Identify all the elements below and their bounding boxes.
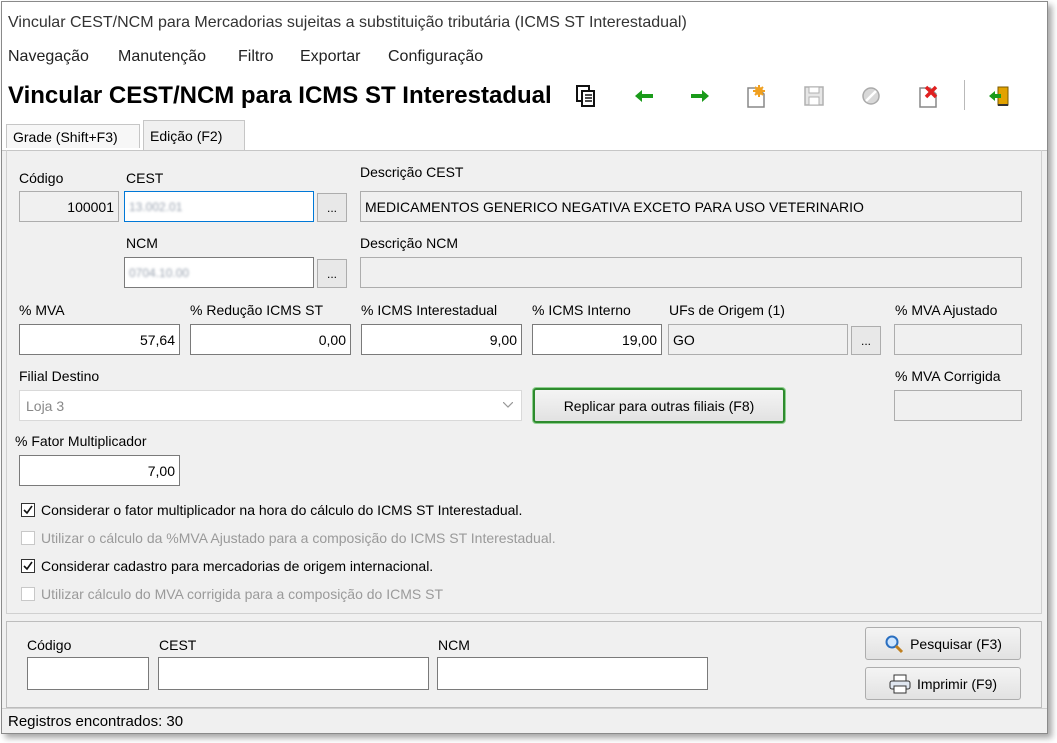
checkbox-origem-box[interactable]: [21, 559, 35, 573]
search-ncm-input[interactable]: [437, 657, 708, 690]
ncm-input[interactable]: 0704.10.00: [124, 257, 314, 288]
tab-strip: Grade (Shift+F3) Edição (F2): [2, 118, 1047, 151]
search-cest-label: CEST: [159, 637, 197, 653]
exit-icon[interactable]: [985, 82, 1013, 110]
mva-corrigida-label: % MVA Corrigida: [895, 368, 1001, 384]
cest-value: 13.002.01: [129, 199, 183, 214]
icms-interestadual-value: 9,00: [489, 331, 517, 348]
header: Vincular CEST/NCM para ICMS ST Interesta…: [2, 72, 1047, 118]
ufs-origem-field: GO: [668, 324, 848, 355]
tab-grade[interactable]: Grade (Shift+F3): [6, 124, 140, 148]
ufs-origem-value: GO: [673, 331, 695, 348]
descricao-ncm-field: [360, 257, 1022, 288]
menu-exportar[interactable]: Exportar: [300, 48, 360, 66]
menu-navegacao[interactable]: Navegação: [8, 48, 89, 66]
checkbox-mva-corrigida-box[interactable]: [21, 587, 35, 601]
title-bar: Vincular CEST/NCM para Mercadorias sujei…: [2, 2, 1047, 40]
filial-destino-label: Filial Destino: [19, 368, 100, 384]
mva-corrigida-field: [894, 390, 1022, 421]
icms-interno-label: % ICMS Interno: [532, 302, 631, 318]
checkbox-mva-corrigida[interactable]: Utilizar cálculo do MVA corrigida para a…: [21, 586, 443, 602]
menu-bar: Navegação Manutenção Filtro Exportar Con…: [2, 40, 1047, 72]
ufs-origem-label: UFs de Origem (1): [669, 302, 785, 318]
window-title: Vincular CEST/NCM para Mercadorias sujei…: [8, 14, 687, 31]
search-codigo-input[interactable]: [27, 657, 149, 690]
descricao-ncm-label: Descrição NCM: [360, 235, 459, 251]
status-text: Registros encontrados: 30: [8, 713, 184, 730]
reducao-value: 0,00: [318, 331, 346, 348]
application-window: Vincular CEST/NCM para Mercadorias sujei…: [1, 1, 1048, 734]
mva-value: 57,64: [139, 331, 175, 348]
menu-filtro[interactable]: Filtro: [238, 48, 274, 66]
ncm-value: 0704.10.00: [129, 265, 190, 280]
checkbox-origem-label: Considerar cadastro para mercadorias de …: [41, 558, 434, 574]
mva-ajustado-label: % MVA Ajustado: [895, 302, 998, 318]
reducao-label: % Redução ICMS ST: [190, 302, 324, 318]
search-panel: Código CEST NCM Pesquisar (F3) Imprimir …: [6, 621, 1042, 708]
pesquisar-button[interactable]: Pesquisar (F3): [865, 627, 1021, 660]
page-title: Vincular CEST/NCM para ICMS ST Interesta…: [8, 82, 552, 109]
new-record-icon[interactable]: [742, 82, 770, 110]
ufs-lookup-button[interactable]: ...: [851, 326, 881, 355]
imprimir-button[interactable]: Imprimir (F9): [865, 667, 1021, 700]
mva-label: % MVA: [19, 302, 65, 318]
descricao-cest-value: MEDICAMENTOS GENERICO NEGATIVA EXCETO PA…: [365, 198, 864, 215]
search-ncm-label: NCM: [438, 637, 470, 653]
icms-interestadual-label: % ICMS Interestadual: [361, 302, 498, 318]
arrow-left-icon[interactable]: [630, 82, 658, 110]
mva-ajustado-field: [894, 324, 1022, 355]
checkbox-mva-corrigida-label: Utilizar cálculo do MVA corrigida para a…: [41, 586, 444, 602]
filial-destino-select[interactable]: Loja 3: [19, 390, 522, 421]
checkbox-mva-ajustado-box[interactable]: [21, 531, 35, 545]
checkbox-origem-internacional[interactable]: Considerar cadastro para mercadorias de …: [21, 558, 433, 574]
menu-manutencao[interactable]: Manutenção: [118, 48, 206, 66]
status-bar: Registros encontrados: 30: [2, 708, 1047, 733]
checkbox-fator-box[interactable]: [21, 503, 35, 517]
checkmark-icon: [23, 505, 33, 515]
save-icon[interactable]: [800, 82, 828, 110]
toolbar-separator: [964, 80, 965, 110]
checkbox-mva-ajustado-label: Utilizar o cálculo da %MVA Ajustado para…: [41, 530, 556, 546]
chevron-down-icon: [503, 402, 513, 408]
copy-icon[interactable]: [572, 82, 600, 110]
cest-input[interactable]: 13.002.01: [124, 191, 314, 222]
reducao-input[interactable]: 0,00: [190, 324, 351, 355]
icms-interestadual-input[interactable]: 9,00: [361, 324, 522, 355]
codigo-value: 100001: [67, 198, 114, 215]
checkmark-icon: [23, 561, 33, 571]
fator-multiplicador-label: % Fator Multiplicador: [15, 433, 147, 449]
delete-icon[interactable]: [914, 82, 942, 110]
search-cest-input[interactable]: [158, 657, 429, 690]
tab-edicao[interactable]: Edição (F2): [143, 120, 245, 150]
filial-destino-value: Loja 3: [26, 397, 65, 414]
checkbox-mva-ajustado[interactable]: Utilizar o cálculo da %MVA Ajustado para…: [21, 530, 556, 546]
cancel-icon[interactable]: [857, 82, 885, 110]
search-codigo-label: Código: [27, 637, 72, 653]
mva-input[interactable]: 57,64: [19, 324, 180, 355]
search-icon: [885, 635, 904, 653]
pesquisar-label: Pesquisar (F3): [910, 635, 1002, 652]
imprimir-label: Imprimir (F9): [916, 675, 998, 692]
descricao-cest-field: MEDICAMENTOS GENERICO NEGATIVA EXCETO PA…: [360, 191, 1022, 222]
cest-lookup-button[interactable]: ...: [317, 193, 347, 222]
ncm-label: NCM: [126, 235, 158, 251]
printer-icon: [889, 674, 911, 693]
checkbox-fator-multiplicador[interactable]: Considerar o fator multiplicador na hora…: [21, 502, 522, 518]
fator-multiplicador-input[interactable]: 7,00: [19, 455, 180, 486]
cest-label: CEST: [126, 170, 164, 186]
codigo-label: Código: [19, 170, 64, 186]
icms-interno-input[interactable]: 19,00: [532, 324, 662, 355]
edit-panel: Código CEST Descrição CEST 100001 13.002…: [6, 150, 1042, 614]
arrow-right-icon[interactable]: [686, 82, 714, 110]
ncm-lookup-button[interactable]: ...: [317, 259, 347, 288]
checkbox-fator-label: Considerar o fator multiplicador na hora…: [41, 502, 523, 518]
replicar-button[interactable]: Replicar para outras filiais (F8): [533, 388, 785, 423]
descricao-cest-label: Descrição CEST: [360, 164, 464, 180]
icms-interno-value: 19,00: [621, 331, 657, 348]
menu-configuracao[interactable]: Configuração: [388, 48, 483, 66]
codigo-field: 100001: [19, 191, 119, 222]
fator-multiplicador-value: 7,00: [147, 462, 175, 479]
